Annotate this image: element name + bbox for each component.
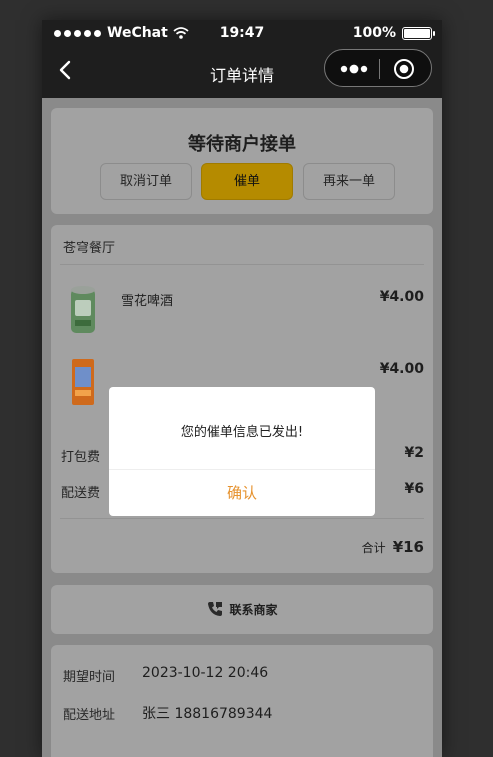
order-status-card: 等待商户接单 取消订单 催单 再来一单 <box>51 108 433 214</box>
nav-bar: 订单详情 <box>42 46 442 98</box>
shop-name: 苍穹餐厅 <box>63 241 116 256</box>
battery-status: 100% <box>352 25 435 41</box>
delivery-info-card: 期望时间 2023-10-12 20:46 配送地址 张三 1881678934… <box>51 645 433 757</box>
delivery-fee-value: ¥6 <box>404 481 424 497</box>
dialog-confirm-button[interactable]: 确认 <box>109 470 375 516</box>
expected-time-label: 期望时间 <box>63 670 116 685</box>
item-price: ¥4.00 <box>379 289 424 305</box>
order-status-title: 等待商户接单 <box>188 134 296 155</box>
divider <box>60 518 424 519</box>
target-circle-icon[interactable] <box>393 58 415 80</box>
phone-icon <box>208 602 223 616</box>
mini-program-capsule <box>324 49 432 87</box>
battery-icon <box>402 26 435 40</box>
delivery-fee-label: 配送费 <box>61 486 101 501</box>
item-price: ¥4.00 <box>379 361 424 377</box>
delivery-address-label: 配送地址 <box>63 708 116 723</box>
packing-fee-label: 打包费 <box>61 450 101 465</box>
order-total: 合计 ¥16 <box>362 537 424 556</box>
item-name: 雪花啤酒 <box>121 294 174 309</box>
more-dots-icon[interactable] <box>339 62 369 76</box>
status-bar: WeChat 19:47 100% <box>42 20 442 46</box>
capsule-divider <box>379 59 380 79</box>
cancel-order-button[interactable]: 取消订单 <box>100 163 192 200</box>
contact-merchant-card[interactable]: 联系商家 <box>51 585 433 634</box>
beer-can-image <box>71 286 95 333</box>
battery-percent: 100% <box>352 25 396 41</box>
urge-order-button[interactable]: 催单 <box>201 163 293 200</box>
packing-fee-value: ¥2 <box>404 445 424 461</box>
orange-drink-image <box>72 359 94 405</box>
phone-frame: WeChat 19:47 100% 订单详情 等待商户接单 取消订单 催单 再来… <box>42 20 442 757</box>
contact-merchant-label: 联系商家 <box>229 602 278 617</box>
page-content: 等待商户接单 取消订单 催单 再来一单 苍穹餐厅 雪花啤酒 ¥4.00 ¥4.0 <box>42 98 442 757</box>
expected-time-value: 2023-10-12 20:46 <box>142 665 269 681</box>
total-label: 合计 <box>361 541 386 555</box>
contact-merchant-button[interactable]: 联系商家 <box>51 600 433 618</box>
delivery-address-value: 张三 18816789344 <box>142 706 273 722</box>
total-value: ¥16 <box>392 538 424 556</box>
reorder-button[interactable]: 再来一单 <box>303 163 395 200</box>
dialog-message: 您的催单信息已发出! <box>180 425 304 440</box>
divider <box>60 264 424 265</box>
urge-confirm-dialog: 您的催单信息已发出! 确认 <box>109 387 375 516</box>
